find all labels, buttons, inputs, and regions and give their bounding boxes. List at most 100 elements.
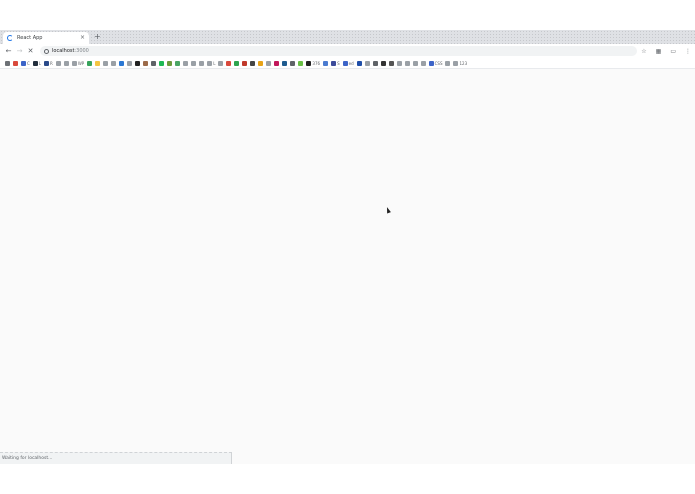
bookmark-item[interactable] — [388, 60, 394, 66]
bookmark-item[interactable]: C — [21, 60, 30, 66]
bookmark-item[interactable]: WP — [71, 60, 84, 66]
back-arrow-icon[interactable]: ← — [3, 44, 14, 58]
bookmark-favicon-icon — [5, 60, 10, 66]
bookmark-item[interactable]: CSS — [428, 60, 443, 66]
url-host: localhost — [52, 48, 75, 54]
bookmark-item[interactable] — [404, 60, 410, 66]
bookmark-favicon-icon — [127, 60, 133, 66]
bookmark-favicon-icon — [388, 60, 394, 66]
bookmark-favicon-icon — [143, 60, 149, 66]
bookmark-item[interactable]: L — [32, 60, 41, 66]
bookmark-favicon-icon — [63, 60, 69, 66]
bookmark-item[interactable] — [266, 60, 272, 66]
bookmark-label: 376 — [312, 60, 321, 66]
bookmark-item[interactable]: 376 — [306, 60, 321, 66]
bookmark-item[interactable] — [55, 60, 61, 66]
bookmark-favicon-icon — [103, 60, 109, 66]
bookmark-favicon-icon — [199, 60, 205, 66]
bookmark-item[interactable]: ed — [342, 60, 354, 66]
bookmark-item[interactable] — [274, 60, 280, 66]
bookmark-favicon-icon — [226, 60, 232, 66]
bookmark-item[interactable] — [199, 60, 205, 66]
cast-icon[interactable]: ▭ — [670, 48, 676, 55]
bookmark-item[interactable] — [420, 60, 426, 66]
bookmark-item[interactable] — [412, 60, 418, 66]
bookmark-favicon-icon — [412, 60, 418, 66]
bookmark-item[interactable] — [290, 60, 296, 66]
bookmark-item[interactable] — [111, 60, 117, 66]
bookmark-item[interactable] — [191, 60, 197, 66]
forward-arrow-icon[interactable]: → — [14, 44, 25, 58]
bookmark-favicon-icon — [135, 60, 141, 66]
bookmark-favicon-icon — [183, 60, 189, 66]
bookmark-favicon-icon — [323, 60, 329, 66]
bookmark-favicon-icon — [282, 60, 288, 66]
bookmark-favicon-icon — [167, 60, 173, 66]
bookmark-item[interactable]: 123 — [453, 60, 467, 66]
bookmark-item[interactable] — [175, 60, 181, 66]
menu-icon[interactable]: ⋮ — [685, 48, 691, 55]
tab-close-icon[interactable]: × — [80, 35, 85, 41]
bookmark-item[interactable] — [167, 60, 173, 66]
bookmark-favicon-icon — [356, 60, 362, 66]
bookmark-item[interactable] — [159, 60, 165, 66]
bookmark-favicon-icon — [298, 60, 304, 66]
bookmark-item[interactable] — [445, 60, 451, 66]
bookmark-item[interactable] — [242, 60, 248, 66]
info-icon[interactable] — [44, 48, 49, 54]
bookmark-item[interactable] — [298, 60, 304, 66]
bookmark-label: CSS — [434, 60, 443, 66]
bookmark-item[interactable] — [103, 60, 109, 66]
bookmark-item[interactable]: R — [44, 60, 53, 66]
bookmark-favicon-icon — [342, 60, 348, 66]
bookmark-item[interactable] — [143, 60, 149, 66]
bookmark-favicon-icon — [420, 60, 426, 66]
bookmark-item[interactable] — [5, 60, 10, 66]
bookmark-favicon-icon — [55, 60, 61, 66]
bookmark-item[interactable] — [396, 60, 402, 66]
bookmark-item[interactable] — [282, 60, 288, 66]
bookmark-favicon-icon — [290, 60, 296, 66]
bookmark-label: R — [50, 60, 53, 66]
toolbar-actions: ☆ ▦ ▭ ⋮ — [632, 44, 691, 58]
bookmark-item[interactable] — [258, 60, 264, 66]
bookmark-item[interactable] — [119, 60, 125, 66]
bookmark-star-icon[interactable]: ☆ — [641, 48, 646, 55]
bookmarks-bar: C L R WP L 376 Sed CSS 123 — [0, 58, 695, 69]
bookmark-label: L — [213, 60, 216, 66]
bookmark-item[interactable] — [63, 60, 69, 66]
bookmark-item[interactable]: L — [207, 60, 216, 66]
bookmark-item[interactable] — [234, 60, 240, 66]
bookmark-item[interactable] — [183, 60, 189, 66]
bookmark-favicon-icon — [13, 60, 18, 66]
bookmark-label: C — [27, 60, 30, 66]
bookmark-favicon-icon — [445, 60, 451, 66]
bookmark-item[interactable] — [151, 60, 157, 66]
bookmark-favicon-icon — [306, 60, 312, 66]
tab-react-app[interactable]: React App × — [3, 32, 89, 44]
new-tab-button[interactable]: + — [94, 32, 101, 42]
bookmark-favicon-icon — [364, 60, 370, 66]
bookmark-item[interactable] — [372, 60, 378, 66]
bookmark-item[interactable]: S — [331, 60, 340, 66]
bookmark-item[interactable] — [323, 60, 329, 66]
bookmark-item[interactable] — [226, 60, 232, 66]
bookmark-item[interactable] — [135, 60, 141, 66]
bookmark-label: S — [337, 60, 340, 66]
bookmark-item[interactable] — [218, 60, 224, 66]
bookmark-favicon-icon — [274, 60, 280, 66]
bookmark-favicon-icon — [372, 60, 378, 66]
bookmark-item[interactable] — [13, 60, 18, 66]
url-port: :3000 — [74, 48, 89, 54]
stop-loading-icon[interactable]: ✕ — [25, 44, 36, 58]
bookmark-item[interactable] — [127, 60, 133, 66]
bookmark-item[interactable] — [380, 60, 386, 66]
bookmark-item[interactable] — [250, 60, 256, 66]
bookmark-item[interactable] — [364, 60, 370, 66]
bookmark-item[interactable] — [95, 60, 101, 66]
bookmark-item[interactable] — [87, 60, 93, 66]
bookmark-item[interactable] — [356, 60, 362, 66]
extension-icon[interactable]: ▦ — [656, 48, 662, 55]
address-bar[interactable]: localhost :3000 — [40, 46, 637, 56]
bookmark-favicon-icon — [331, 60, 337, 66]
